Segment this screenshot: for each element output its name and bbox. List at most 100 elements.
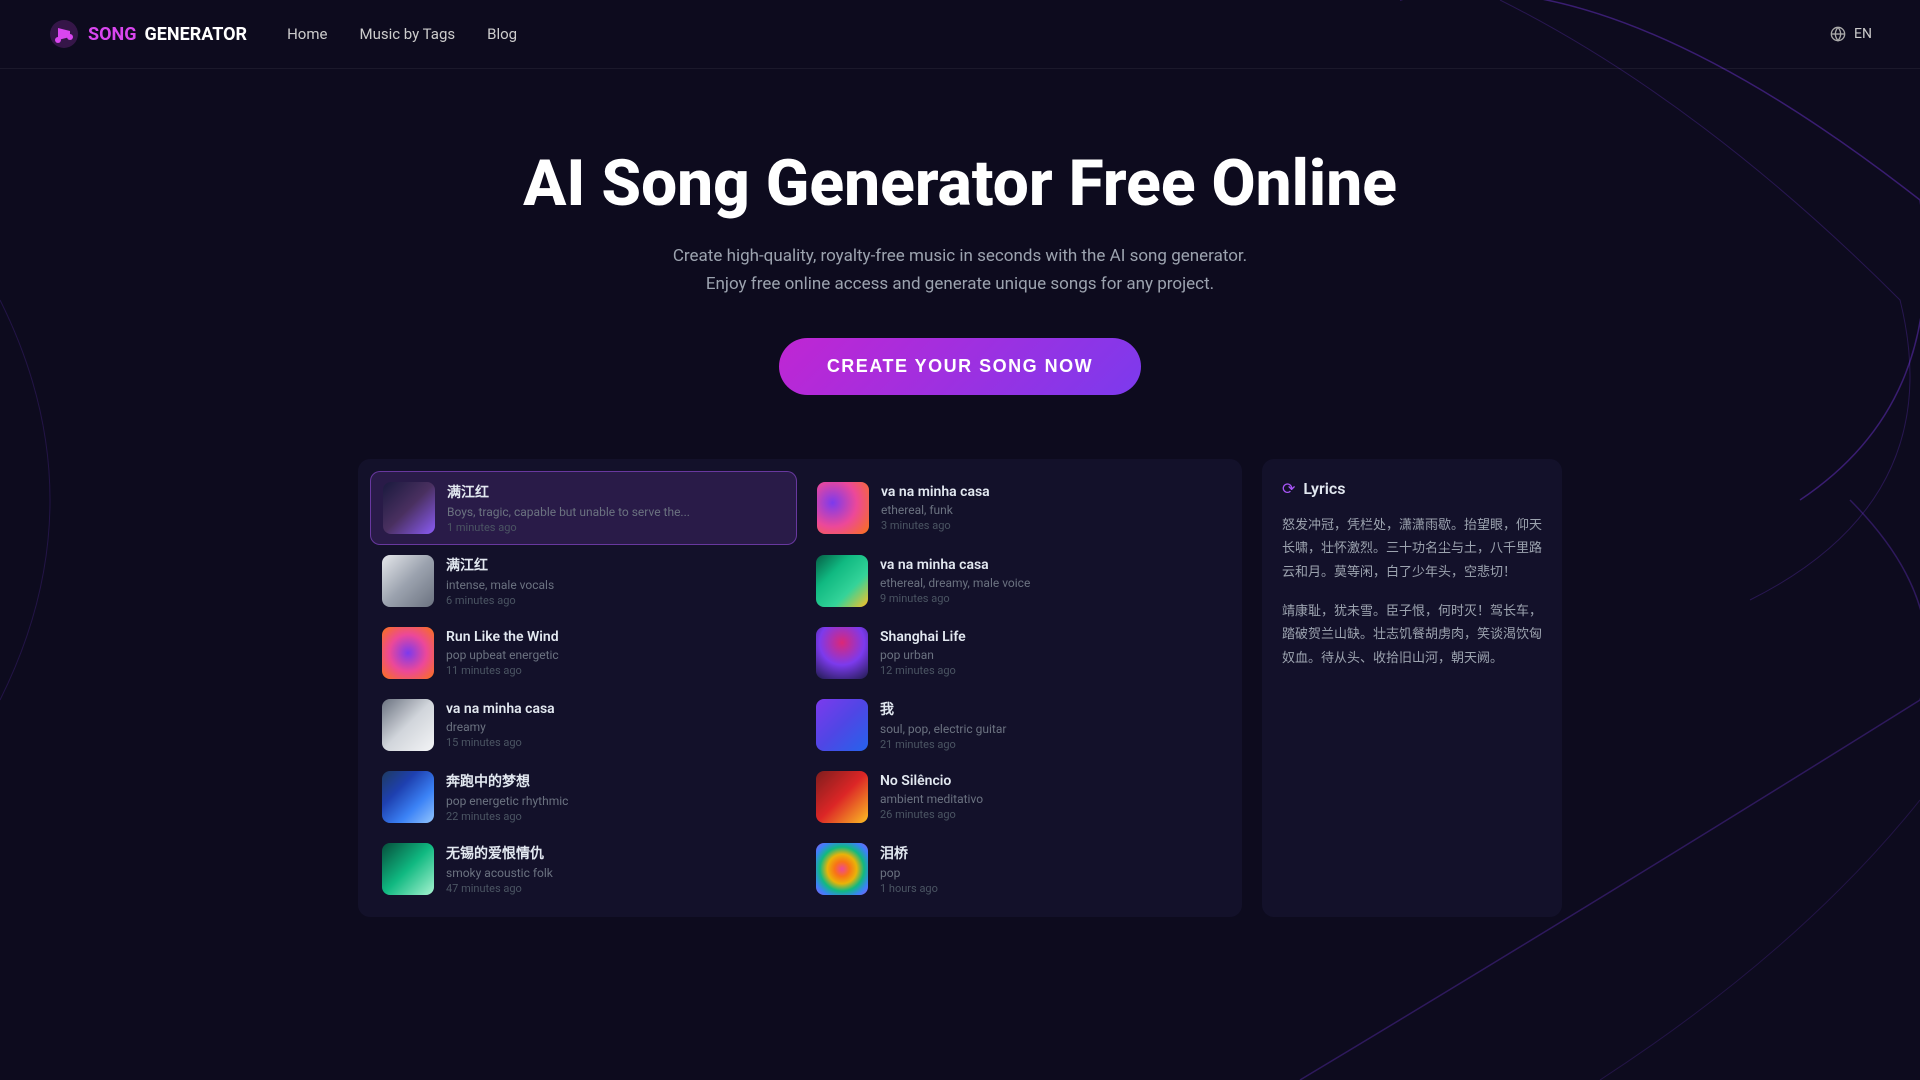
song-tags-8: soul, pop, electric guitar xyxy=(880,722,1218,736)
song-time-8: 21 minutes ago xyxy=(880,738,1218,751)
song-tags-3: intense, male vocals xyxy=(446,578,784,592)
song-card-4[interactable]: va na minha casa ethereal, dreamy, male … xyxy=(804,545,1230,617)
song-time-5: 11 minutes ago xyxy=(446,664,784,677)
song-tags-5: pop upbeat energetic xyxy=(446,648,784,662)
song-card-10[interactable]: No Silêncio ambient meditativo 26 minute… xyxy=(804,761,1230,833)
song-title-7: va na minha casa xyxy=(446,701,784,717)
song-time-11: 47 minutes ago xyxy=(446,882,784,895)
song-info-9: 奔跑中的梦想 pop energetic rhythmic 22 minutes… xyxy=(446,771,784,823)
song-thumb-4 xyxy=(816,555,868,607)
song-info-11: 无锡的爱恨情仇 smoky acoustic folk 47 minutes a… xyxy=(446,843,784,895)
song-title-10: No Silêncio xyxy=(880,773,1218,789)
song-list: 满江红 Boys, tragic, capable but unable to … xyxy=(358,459,1242,917)
song-card-3[interactable]: 满江红 intense, male vocals 6 minutes ago xyxy=(370,545,796,617)
song-title-5: Run Like the Wind xyxy=(446,629,784,645)
navbar: SONG GENERATOR Home Music by Tags Blog E… xyxy=(0,0,1920,69)
song-info-2: va na minha casa ethereal, funk 3 minute… xyxy=(881,484,1218,532)
logo-icon xyxy=(48,18,80,50)
song-title-4: va na minha casa xyxy=(880,557,1218,573)
lyrics-paragraph-2: 靖康耻，犹未雪。臣子恨，何时灭！驾长车，踏破贺兰山缺。壮志饥餐胡虏肉，笑谈渴饮匈… xyxy=(1282,600,1542,670)
nav-blog[interactable]: Blog xyxy=(487,25,517,43)
main-content: 满江红 Boys, tragic, capable but unable to … xyxy=(310,435,1610,941)
song-thumb-6 xyxy=(816,627,868,679)
lyrics-icon: ⟳ xyxy=(1282,479,1295,498)
song-tags-10: ambient meditativo xyxy=(880,792,1218,806)
nav-links: Home Music by Tags Blog xyxy=(287,25,517,43)
song-info-7: va na minha casa dreamy 15 minutes ago xyxy=(446,701,784,749)
cta-button[interactable]: CREATE YOUR SONG NOW xyxy=(779,338,1141,395)
song-title-3: 满江红 xyxy=(446,555,784,575)
song-row-5: 奔跑中的梦想 pop energetic rhythmic 22 minutes… xyxy=(370,761,1230,833)
song-thumb-8 xyxy=(816,699,868,751)
song-tags-2: ethereal, funk xyxy=(881,503,1218,517)
song-info-4: va na minha casa ethereal, dreamy, male … xyxy=(880,557,1218,605)
song-time-2: 3 minutes ago xyxy=(881,519,1218,532)
song-info-10: No Silêncio ambient meditativo 26 minute… xyxy=(880,773,1218,821)
song-thumb-10 xyxy=(816,771,868,823)
song-title-1: 满江红 xyxy=(447,482,784,502)
song-thumb-5 xyxy=(382,627,434,679)
song-row-6: 无锡的爱恨情仇 smoky acoustic folk 47 minutes a… xyxy=(370,833,1230,905)
song-time-4: 9 minutes ago xyxy=(880,592,1218,605)
song-row-4: va na minha casa dreamy 15 minutes ago 我… xyxy=(370,689,1230,761)
song-row-1: 满江红 Boys, tragic, capable but unable to … xyxy=(370,471,1230,545)
hero-title: AI Song Generator Free Online xyxy=(48,149,1872,219)
song-info-12: 泪桥 pop 1 hours ago xyxy=(880,843,1218,895)
hero-subtitle: Create high-quality, royalty-free music … xyxy=(660,243,1260,297)
nav-right: EN xyxy=(1830,26,1872,42)
language-label[interactable]: EN xyxy=(1854,26,1872,42)
song-row-2: 满江红 intense, male vocals 6 minutes ago v… xyxy=(370,545,1230,617)
song-tags-7: dreamy xyxy=(446,720,784,734)
song-thumb-3 xyxy=(382,555,434,607)
nav-music-by-tags[interactable]: Music by Tags xyxy=(359,25,455,43)
logo-generator-text: GENERATOR xyxy=(144,24,247,45)
song-thumb-2 xyxy=(817,482,869,534)
song-card-7[interactable]: va na minha casa dreamy 15 minutes ago xyxy=(370,689,796,761)
lyrics-text: 怒发冲冠，凭栏处，潇潇雨歇。抬望眼，仰天长啸，壮怀激烈。三十功名尘与土，八千里路… xyxy=(1282,514,1542,670)
song-time-6: 12 minutes ago xyxy=(880,664,1218,677)
song-time-7: 15 minutes ago xyxy=(446,736,784,749)
song-thumb-9 xyxy=(382,771,434,823)
lyrics-panel: ⟳ Lyrics 怒发冲冠，凭栏处，潇潇雨歇。抬望眼，仰天长啸，壮怀激烈。三十功… xyxy=(1262,459,1562,917)
nav-home[interactable]: Home xyxy=(287,25,327,43)
song-time-1: 1 minutes ago xyxy=(447,521,784,534)
song-title-6: Shanghai Life xyxy=(880,629,1218,645)
song-card-11[interactable]: 无锡的爱恨情仇 smoky acoustic folk 47 minutes a… xyxy=(370,833,796,905)
logo-song-text: SONG xyxy=(88,24,136,45)
song-time-12: 1 hours ago xyxy=(880,882,1218,895)
song-card-2[interactable]: va na minha casa ethereal, funk 3 minute… xyxy=(805,471,1230,545)
song-tags-11: smoky acoustic folk xyxy=(446,866,784,880)
song-tags-6: pop urban xyxy=(880,648,1218,662)
song-info-6: Shanghai Life pop urban 12 minutes ago xyxy=(880,629,1218,677)
song-time-3: 6 minutes ago xyxy=(446,594,784,607)
lyrics-title: Lyrics xyxy=(1303,479,1345,498)
song-title-12: 泪桥 xyxy=(880,843,1218,863)
nav-left: SONG GENERATOR Home Music by Tags Blog xyxy=(48,18,517,50)
song-time-9: 22 minutes ago xyxy=(446,810,784,823)
lyrics-header: ⟳ Lyrics xyxy=(1282,479,1542,498)
song-tags-12: pop xyxy=(880,866,1218,880)
song-time-10: 26 minutes ago xyxy=(880,808,1218,821)
song-card-1[interactable]: 满江红 Boys, tragic, capable but unable to … xyxy=(370,471,797,545)
globe-icon xyxy=(1830,26,1846,42)
hero-section: AI Song Generator Free Online Create hig… xyxy=(0,69,1920,435)
song-info-1: 满江红 Boys, tragic, capable but unable to … xyxy=(447,482,784,534)
song-thumb-1 xyxy=(383,482,435,534)
song-info-8: 我 soul, pop, electric guitar 21 minutes … xyxy=(880,699,1218,751)
logo[interactable]: SONG GENERATOR xyxy=(48,18,247,50)
song-card-6[interactable]: Shanghai Life pop urban 12 minutes ago xyxy=(804,617,1230,689)
song-card-9[interactable]: 奔跑中的梦想 pop energetic rhythmic 22 minutes… xyxy=(370,761,796,833)
lyrics-paragraph-1: 怒发冲冠，凭栏处，潇潇雨歇。抬望眼，仰天长啸，壮怀激烈。三十功名尘与土，八千里路… xyxy=(1282,514,1542,584)
song-title-9: 奔跑中的梦想 xyxy=(446,771,784,791)
song-card-5[interactable]: Run Like the Wind pop upbeat energetic 1… xyxy=(370,617,796,689)
song-title-11: 无锡的爱恨情仇 xyxy=(446,843,784,863)
song-info-3: 满江红 intense, male vocals 6 minutes ago xyxy=(446,555,784,607)
song-thumb-11 xyxy=(382,843,434,895)
song-card-8[interactable]: 我 soul, pop, electric guitar 21 minutes … xyxy=(804,689,1230,761)
song-info-5: Run Like the Wind pop upbeat energetic 1… xyxy=(446,629,784,677)
song-tags-1: Boys, tragic, capable but unable to serv… xyxy=(447,505,784,519)
song-title-2: va na minha casa xyxy=(881,484,1218,500)
song-tags-4: ethereal, dreamy, male voice xyxy=(880,576,1218,590)
song-card-12[interactable]: 泪桥 pop 1 hours ago xyxy=(804,833,1230,905)
song-tags-9: pop energetic rhythmic xyxy=(446,794,784,808)
